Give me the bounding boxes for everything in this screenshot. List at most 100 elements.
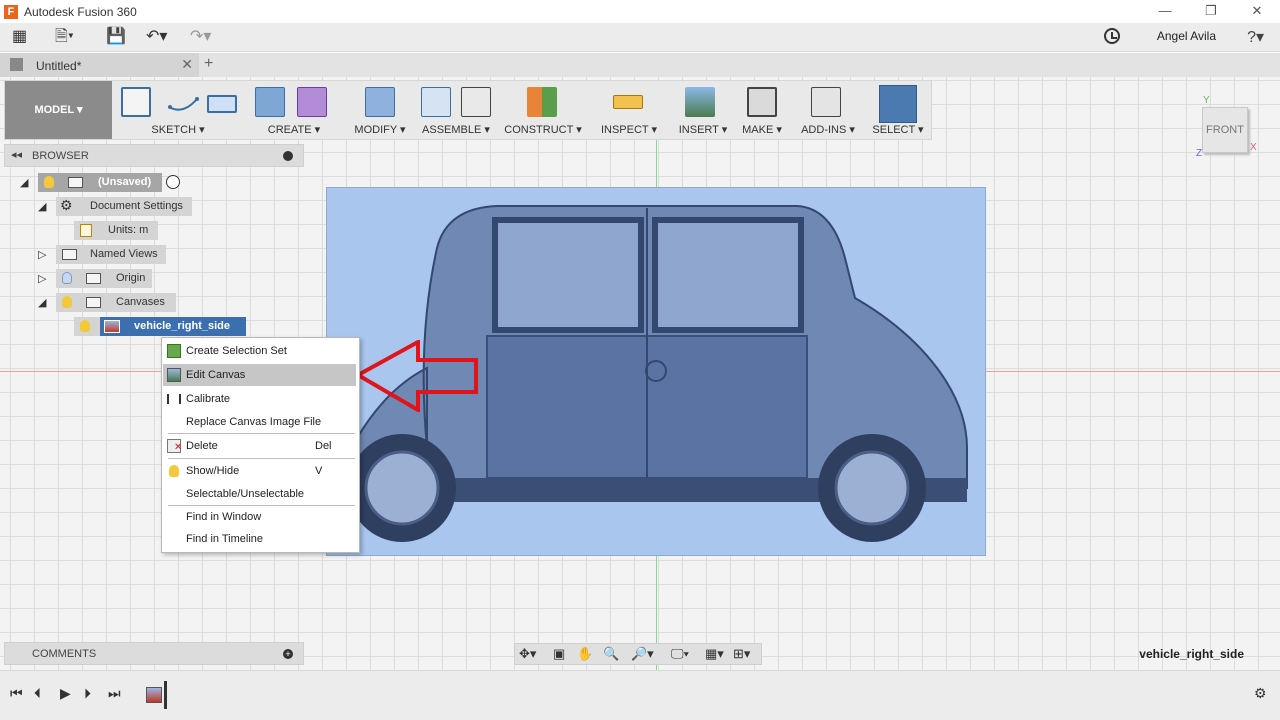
- gear-icon: ⚙: [60, 197, 73, 213]
- make-group[interactable]: MAKE ▾: [735, 81, 789, 139]
- create-sketch-icon[interactable]: [121, 87, 151, 117]
- visibility-bulb-icon[interactable]: [62, 296, 72, 308]
- minimize-button[interactable]: —: [1142, 0, 1188, 23]
- document-settings-expand-icon[interactable]: ◢: [38, 200, 46, 213]
- measure-icon[interactable]: [613, 95, 643, 109]
- look-at-icon[interactable]: ▣: [553, 646, 565, 662]
- units-label: Units: m: [108, 224, 149, 236]
- timeline-marker[interactable]: [164, 681, 167, 709]
- menu-item-edit-canvas[interactable]: Edit Canvas: [163, 364, 356, 386]
- menu-item-create-selection-set[interactable]: Create Selection Set: [163, 340, 356, 362]
- step-back-icon[interactable]: ⏴: [34, 685, 41, 702]
- construct-menu-label: CONSTRUCT ▾: [504, 124, 582, 136]
- add-comment-icon[interactable]: +: [283, 649, 293, 659]
- extrude-icon[interactable]: [255, 87, 285, 117]
- data-panel-grid-icon[interactable]: ▦: [12, 28, 27, 46]
- menu-item-selectable-unselectable[interactable]: Selectable/Unselectable: [163, 483, 356, 505]
- comments-panel-header[interactable]: COMMENTS +: [4, 642, 304, 665]
- browser-panel-header[interactable]: ◂◂ BROWSER: [4, 144, 304, 167]
- visibility-bulb-off-icon[interactable]: [62, 272, 72, 284]
- named-views-node[interactable]: Named Views: [56, 245, 166, 264]
- grid-settings-icon[interactable]: ▦▾: [705, 646, 724, 662]
- sketch-menu-label: SKETCH ▾: [151, 124, 205, 136]
- zoom-window-icon[interactable]: 🔎▾: [631, 646, 654, 662]
- canvas-item-node[interactable]: vehicle_right_side: [74, 317, 246, 336]
- timeline-canvas-feature-icon[interactable]: [146, 687, 162, 703]
- modify-group[interactable]: MODIFY ▾: [347, 81, 413, 139]
- status-canvas-name: vehicle_right_side: [1139, 647, 1244, 661]
- offset-plane-icon[interactable]: [527, 87, 557, 117]
- add-ins-group[interactable]: ADD-INS ▾: [789, 81, 867, 139]
- menu-item-calibrate[interactable]: Calibrate: [163, 388, 356, 410]
- menu-item-replace-canvas-image-file[interactable]: Replace Canvas Image File: [163, 411, 356, 433]
- viewcube[interactable]: FRONT: [1202, 107, 1248, 153]
- select-group[interactable]: SELECT ▾: [867, 81, 929, 139]
- menu-item-delete[interactable]: ✕ Delete Del: [163, 435, 356, 457]
- menu-separator: [168, 458, 355, 459]
- assemble-group[interactable]: ASSEMBLE ▾: [413, 81, 499, 139]
- menu-item-find-in-window[interactable]: Find in Window: [163, 506, 356, 528]
- browser-root-node[interactable]: (Unsaved): [38, 173, 162, 192]
- joint-icon[interactable]: [461, 87, 491, 117]
- origin-expand-icon[interactable]: ▷: [38, 272, 46, 285]
- redo-icon[interactable]: ↷▾: [190, 28, 211, 46]
- origin-node[interactable]: Origin: [56, 269, 152, 288]
- new-component-icon[interactable]: [421, 87, 451, 117]
- display-settings-icon[interactable]: 🖵▾: [671, 646, 689, 662]
- workspace-switcher-button[interactable]: MODEL ▾: [5, 81, 112, 139]
- context-menu: Create Selection Set Edit Canvas Calibra…: [161, 337, 360, 553]
- document-settings-node[interactable]: ⚙ Document Settings: [56, 197, 192, 216]
- user-menu-chevron-icon[interactable]: [1223, 29, 1226, 43]
- app-title: Autodesk Fusion 360: [24, 4, 137, 19]
- 3d-print-icon[interactable]: [747, 87, 777, 117]
- root-expand-icon[interactable]: ◢: [20, 176, 28, 189]
- close-tab-icon[interactable]: ✕: [181, 56, 193, 73]
- inspect-group[interactable]: INSPECT ▾: [587, 81, 671, 139]
- activate-radio-icon[interactable]: [166, 175, 180, 189]
- scripts-add-ins-icon[interactable]: [811, 87, 841, 117]
- line-tool-icon[interactable]: [167, 91, 201, 115]
- form-tool-icon[interactable]: [297, 87, 327, 117]
- job-status-clock-icon[interactable]: [1104, 28, 1120, 44]
- root-node-label: (Unsaved): [98, 176, 152, 188]
- viewports-icon[interactable]: ⊞▾: [733, 646, 750, 662]
- zoom-icon[interactable]: 🔍: [603, 646, 619, 662]
- units-node[interactable]: Units: m: [74, 221, 158, 240]
- construct-group[interactable]: CONSTRUCT ▾: [499, 81, 587, 139]
- document-tab[interactable]: Untitled* ✕: [0, 53, 199, 77]
- help-icon[interactable]: ?▾: [1247, 27, 1264, 47]
- pan-hand-icon[interactable]: ✋: [577, 646, 593, 662]
- user-account-menu[interactable]: Angel Avila: [1157, 29, 1216, 43]
- undo-icon[interactable]: ↶▾: [146, 28, 167, 46]
- title-bar: F Autodesk Fusion 360 — ❐ ✕: [0, 0, 1280, 23]
- sketch-group[interactable]: SKETCH ▾: [115, 81, 241, 139]
- file-menu-icon[interactable]: 🗎▾: [55, 28, 74, 46]
- browser-minimize-icon[interactable]: [283, 151, 293, 161]
- visibility-bulb-icon[interactable]: [44, 176, 54, 188]
- new-tab-icon[interactable]: +: [204, 55, 213, 73]
- inspect-menu-label: INSPECT ▾: [600, 124, 658, 136]
- canvases-node[interactable]: Canvases: [56, 293, 176, 312]
- go-to-end-icon[interactable]: ⏭: [108, 685, 121, 702]
- close-button[interactable]: ✕: [1234, 0, 1280, 23]
- insert-group[interactable]: INSERT ▾: [671, 81, 735, 139]
- create-group[interactable]: CREATE ▾: [241, 81, 347, 139]
- save-icon[interactable]: 💾: [106, 28, 126, 46]
- rectangle-tool-icon[interactable]: [207, 95, 237, 113]
- visibility-bulb-icon[interactable]: [80, 320, 90, 332]
- press-pull-icon[interactable]: [365, 87, 395, 117]
- step-forward-icon[interactable]: ⏵: [84, 685, 91, 702]
- collapse-browser-icon[interactable]: ◂◂: [11, 148, 22, 161]
- go-to-start-icon[interactable]: ⏮: [10, 685, 23, 702]
- insert-image-icon[interactable]: [685, 87, 715, 117]
- canvases-expand-icon[interactable]: ◢: [38, 296, 46, 309]
- menu-item-show-hide[interactable]: Show/Hide V: [163, 460, 356, 482]
- insert-menu-label: INSERT ▾: [678, 124, 728, 136]
- named-views-expand-icon[interactable]: ▷: [38, 248, 46, 261]
- timeline-settings-gear-icon[interactable]: ⚙: [1254, 685, 1267, 702]
- play-icon[interactable]: ▶: [60, 685, 71, 702]
- menu-item-find-in-timeline[interactable]: Find in Timeline: [163, 528, 356, 550]
- maximize-button[interactable]: ❐: [1188, 0, 1234, 23]
- navigation-bar: ✥▾ ▣ ✋ 🔍 🔎▾ 🖵▾ ▦▾ ⊞▾: [514, 643, 762, 665]
- orbit-icon[interactable]: ✥▾: [519, 646, 536, 662]
